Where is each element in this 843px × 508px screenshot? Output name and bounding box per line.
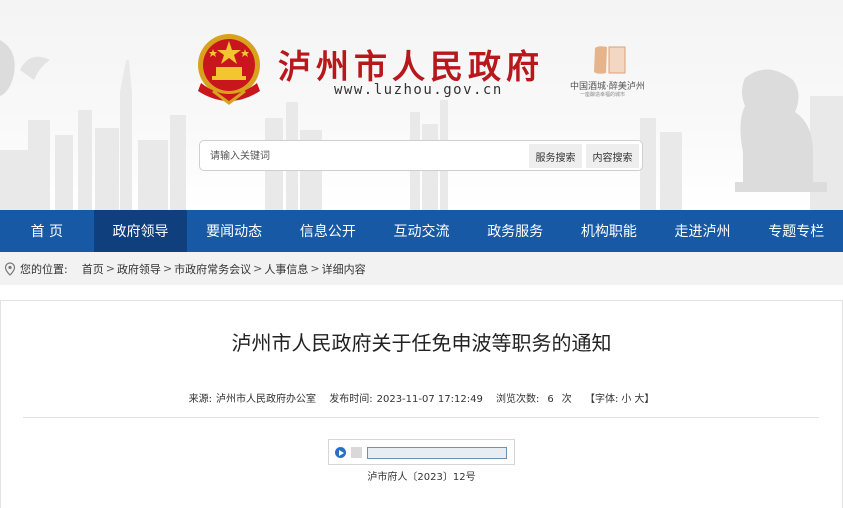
breadcrumb-executive-meeting[interactable]: 市政府常务会议 xyxy=(174,261,251,277)
article-meta: 来源: 泸州市人民政府办公室 发布时间: 2023-11-07 17:12:49 浏… xyxy=(1,390,842,405)
font-size-label: 【字体: xyxy=(584,394,619,405)
nav-item-interaction[interactable]: 互动交流 xyxy=(375,210,469,252)
location-pin-icon xyxy=(4,261,16,276)
font-small-option[interactable]: 小 xyxy=(621,394,631,405)
liquor-city-seal-icon xyxy=(594,46,626,74)
breadcrumb-home[interactable]: 首页 xyxy=(82,261,104,277)
time-label: 发布时间: xyxy=(329,394,373,405)
nav-item-government-leaders[interactable]: 政府领导 xyxy=(93,210,188,252)
breadcrumb-separator: > xyxy=(253,262,263,275)
search-input[interactable] xyxy=(210,147,520,165)
site-header: 泸州市人民政府 www.luzhou.gov.cn 中国酒城·醉美泸州 一座酿造… xyxy=(0,0,843,210)
meta-divider xyxy=(23,417,819,418)
document-number: 泸市府人〔2023〕12号 xyxy=(367,472,476,483)
source-label: 来源: xyxy=(188,394,213,405)
breadcrumb: 您的位置: 首页 > 政府领导 > 市政府常务会议 > 人事信息 > 详细内容 xyxy=(0,252,843,285)
stop-icon[interactable] xyxy=(351,447,362,458)
views-value: 6 xyxy=(547,394,554,405)
national-emblem-icon xyxy=(198,34,260,105)
views-unit: 次 xyxy=(561,394,572,405)
nav-item-info-disclosure[interactable]: 信息公开 xyxy=(281,210,375,252)
audio-progress-bar[interactable] xyxy=(367,447,507,459)
breadcrumb-personnel-info[interactable]: 人事信息 xyxy=(264,261,308,277)
nav-item-government-services[interactable]: 政务服务 xyxy=(468,210,562,252)
article-panel: 泸州市人民政府关于任免申波等职务的通知 来源: 泸州市人民政府办公室 发布时间: 2… xyxy=(0,300,843,508)
city-slogan-sub: 一座酿造幸福的城市 xyxy=(580,92,626,98)
breadcrumb-separator: > xyxy=(162,262,173,275)
site-url: www.luzhou.gov.cn xyxy=(334,82,503,98)
breadcrumb-current: 详细内容 xyxy=(321,262,366,276)
breadcrumb-separator: > xyxy=(105,262,115,275)
nav-item-about-luzhou[interactable]: 走进泸州 xyxy=(656,210,750,252)
views-label: 浏览次数: xyxy=(496,394,540,405)
site-title: 泸州市人民政府 xyxy=(278,47,544,86)
font-large-option[interactable]: 大】 xyxy=(634,394,654,405)
nav-item-agencies[interactable]: 机构职能 xyxy=(562,210,656,252)
nav-item-home[interactable]: 首 页 xyxy=(0,210,94,252)
breadcrumb-government-leaders[interactable]: 政府领导 xyxy=(117,261,161,277)
audio-player xyxy=(328,439,515,465)
source-value: 泸州市人民政府办公室 xyxy=(216,394,317,405)
time-field: 发布时间: 2023-11-07 17:12:49 xyxy=(329,394,483,405)
content-search-button[interactable]: 内容搜索 xyxy=(586,144,639,168)
nav-item-special-topics[interactable]: 专题专栏 xyxy=(749,210,843,252)
article-title: 泸州市人民政府关于任免申波等职务的通知 xyxy=(231,331,612,355)
source-field: 来源: 泸州市人民政府办公室 xyxy=(189,394,316,405)
city-skyline-background xyxy=(0,40,843,210)
time-value: 2023-11-07 17:12:49 xyxy=(376,394,483,405)
search-bar: 服务搜索 内容搜索 xyxy=(199,140,643,171)
breadcrumb-separator: > xyxy=(310,262,320,275)
views-field: 浏览次数: 6 次 xyxy=(496,394,572,405)
main-nav: 首 页 政府领导 要闻动态 信息公开 互动交流 政务服务 机构职能 走进泸州 专… xyxy=(0,210,843,252)
service-search-button[interactable]: 服务搜索 xyxy=(529,144,582,168)
font-size-field: 【字体: 小大】 xyxy=(585,394,654,405)
play-icon[interactable] xyxy=(335,447,346,458)
breadcrumb-prefix: 您的位置: xyxy=(20,262,68,276)
nav-item-news[interactable]: 要闻动态 xyxy=(187,210,281,252)
